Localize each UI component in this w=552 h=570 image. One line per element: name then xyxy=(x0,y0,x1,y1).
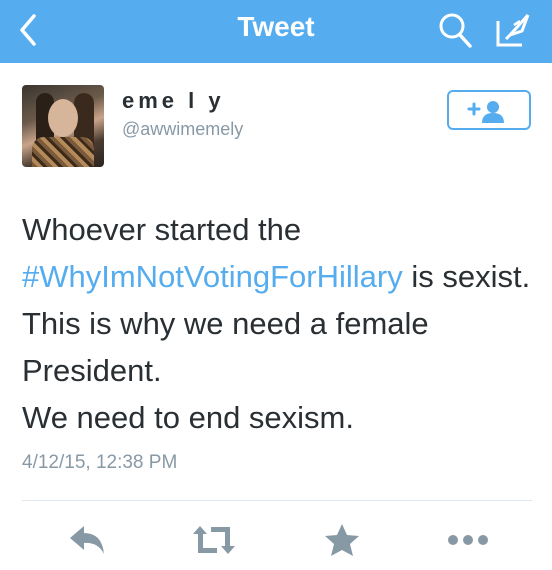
search-button[interactable] xyxy=(436,10,474,50)
add-user-icon xyxy=(467,101,504,123)
reply-icon xyxy=(70,526,104,554)
star-icon xyxy=(325,524,359,556)
back-button[interactable] xyxy=(12,10,46,50)
chevron-left-icon xyxy=(20,14,36,46)
avatar[interactable] xyxy=(22,85,104,167)
follow-button[interactable] xyxy=(447,90,531,130)
search-icon xyxy=(439,13,472,48)
tweet-text: Whoever started the #WhyImNotVotingForHi… xyxy=(22,206,542,441)
more-icon xyxy=(448,535,488,545)
divider xyxy=(22,500,532,501)
favorite-button[interactable] xyxy=(323,522,361,558)
reply-button[interactable] xyxy=(66,522,108,558)
compose-icon xyxy=(496,13,530,47)
retweet-button[interactable] xyxy=(189,522,239,558)
hashtag-link[interactable]: #WhyImNotVotingForHillary xyxy=(22,259,403,294)
display-name[interactable]: eme l y xyxy=(122,88,225,114)
tweet-text-line: We need to end sexism. xyxy=(22,400,354,435)
compose-button[interactable] xyxy=(492,9,534,51)
navigation-bar: Tweet xyxy=(0,0,552,63)
retweet-icon xyxy=(193,526,235,554)
tweet-text-part: Whoever started the xyxy=(22,212,302,247)
more-button[interactable] xyxy=(445,522,491,558)
user-handle[interactable]: @awwimemely xyxy=(122,119,243,140)
tweet-timestamp: 4/12/15, 12:38 PM xyxy=(22,452,178,473)
